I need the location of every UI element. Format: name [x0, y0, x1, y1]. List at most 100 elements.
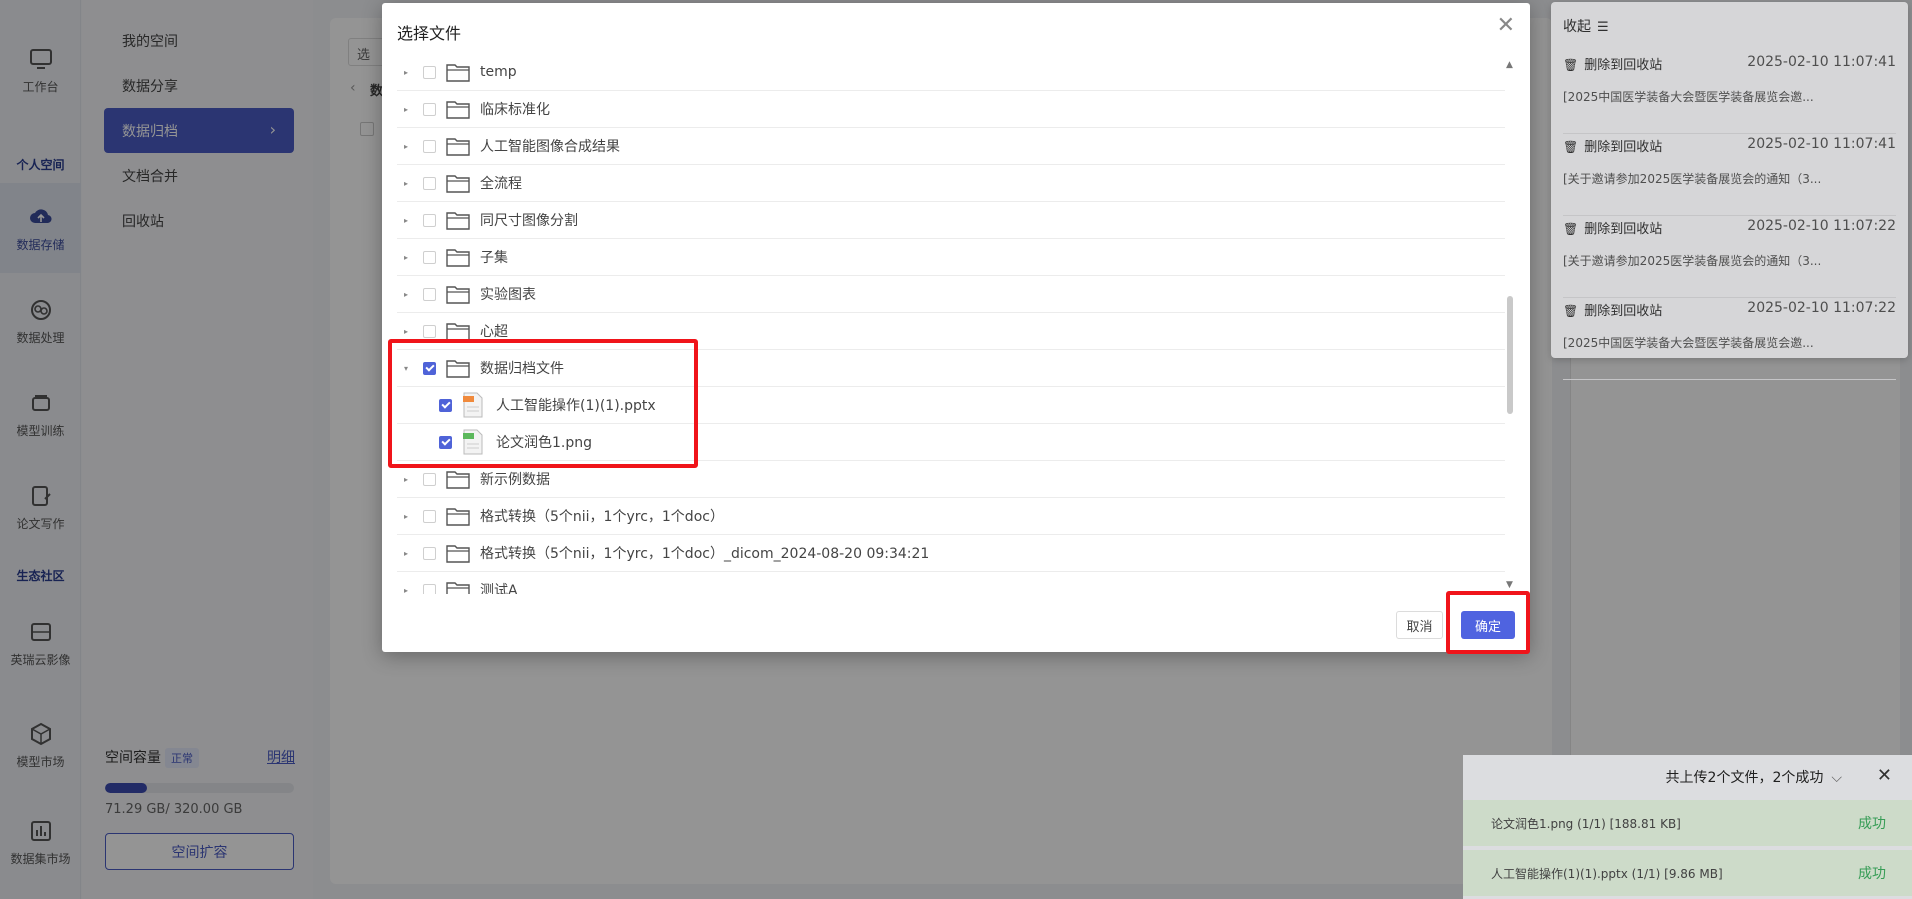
log-action: 🗑 删除到回收站: [1563, 140, 1663, 155]
folder-row[interactable]: ▸ 全流程: [397, 165, 1505, 202]
folder-icon: [446, 173, 470, 193]
folder-icon: [446, 543, 470, 563]
expand-caret-right-icon[interactable]: ▸: [404, 290, 414, 299]
folder-icon: [446, 62, 470, 82]
collapse-icon: ☰: [1597, 20, 1609, 35]
row-checkbox[interactable]: [423, 324, 436, 338]
log-action: 🗑 删除到回收站: [1563, 58, 1663, 73]
folder-row[interactable]: ▸ 子集: [397, 239, 1505, 276]
upload-item: 人工智能操作(1)(1).pptx (1/1) [9.86 MB] 成功: [1463, 850, 1912, 896]
row-checkbox[interactable]: [423, 65, 436, 79]
expand-caret-right-icon[interactable]: ▸: [404, 179, 414, 188]
expand-caret-right-icon[interactable]: ▸: [404, 68, 414, 77]
upload-file-name: 人工智能操作(1)(1).pptx (1/1) [9.86 MB]: [1491, 867, 1723, 881]
row-name: temp: [480, 64, 517, 80]
log-time: 2025-02-10 11:07:41: [1747, 54, 1896, 70]
row-name: 全流程: [480, 176, 522, 192]
folder-icon: [446, 284, 470, 304]
folder-row[interactable]: ▸ 测试A: [397, 572, 1505, 594]
row-checkbox[interactable]: [423, 139, 436, 153]
row-checkbox[interactable]: [423, 213, 436, 227]
folder-row[interactable]: ▸ temp: [397, 54, 1505, 91]
select-file-dialog: 选择文件 ✕ ▸ temp ▸ 临床标准化 ▸ 人工智能图像合成结果 ▸ 全流程 ▸ 同尺寸图像分…: [382, 3, 1530, 652]
log-entry: 🗑 删除到回收站 2025-02-10 11:07:22 [关于邀请参加2025医学装…: [1563, 218, 1896, 298]
log-desc: [关于邀请参加2025医学装备展览会的通知（3...: [1563, 172, 1822, 186]
folder-row[interactable]: ▸ 格式转换（5个nii，1个yrc，1个doc）: [397, 498, 1505, 535]
row-name: 同尺寸图像分割: [480, 213, 578, 229]
row-name: 新示例数据: [480, 472, 550, 488]
row-checkbox[interactable]: [423, 287, 436, 301]
row-name: 心超: [480, 324, 508, 340]
expand-caret-right-icon[interactable]: ▸: [404, 549, 414, 558]
log-desc: [关于邀请参加2025医学装备展览会的通知（3...: [1563, 254, 1822, 268]
folder-row[interactable]: ▸ 实验图表: [397, 276, 1505, 313]
row-name: 人工智能图像合成结果: [480, 139, 620, 155]
cancel-button[interactable]: 取消: [1396, 611, 1443, 639]
log-time: 2025-02-10 11:07:22: [1747, 300, 1896, 316]
folder-icon: [446, 321, 470, 341]
trash-icon: 🗑: [1563, 58, 1579, 72]
scroll-up-icon[interactable]: ▲: [1506, 60, 1513, 70]
log-entry: 🗑 删除到回收站 2025-02-10 11:07:41 [2025中国医学装备大会暨…: [1563, 54, 1896, 134]
row-name: 格式转换（5个nii，1个yrc，1个doc）: [480, 509, 724, 525]
activity-log-panel: 收起 ☰ 🗑 删除到回收站 2025-02-10 11:07:41 [2025中国医学装…: [1551, 2, 1908, 380]
close-icon[interactable]: ✕: [1497, 15, 1515, 37]
upload-item: 论文润色1.png (1/1) [188.81 KB] 成功: [1463, 800, 1912, 846]
folder-icon: [446, 99, 470, 119]
row-name: 格式转换（5个nii，1个yrc，1个doc）_dicom_2024-08-20…: [480, 546, 930, 562]
row-checkbox[interactable]: [423, 472, 436, 486]
folder-icon: [446, 247, 470, 267]
folder-icon: [446, 136, 470, 156]
upload-status-panel: 共上传2个文件，2个成功 ⌵ ✕ 论文润色1.png (1/1) [188.81 …: [1463, 755, 1912, 899]
highlight-confirm-button: [1446, 591, 1530, 654]
log-action: 🗑 删除到回收站: [1563, 304, 1663, 319]
chevron-down-icon: ⌵: [1831, 770, 1842, 786]
log-desc: [2025中国医学装备大会暨医学装备展览会邀...: [1563, 336, 1814, 350]
folder-row[interactable]: ▸ 临床标准化: [397, 91, 1505, 128]
row-checkbox[interactable]: [423, 102, 436, 116]
log-desc: [2025中国医学装备大会暨医学装备展览会邀...: [1563, 90, 1814, 104]
row-checkbox[interactable]: [423, 250, 436, 264]
trash-icon: 🗑: [1563, 222, 1579, 236]
expand-caret-right-icon[interactable]: ▸: [404, 475, 414, 484]
folder-icon: [446, 469, 470, 489]
file-tree: ▸ temp ▸ 临床标准化 ▸ 人工智能图像合成结果 ▸ 全流程 ▸ 同尺寸图像分割 ▸ 子集 ▸ 实验…: [397, 54, 1505, 594]
row-name: 测试A: [480, 583, 518, 594]
log-entry: 🗑 删除到回收站 2025-02-10 11:07:41 [关于邀请参加2025医学装…: [1563, 136, 1896, 216]
upload-status: 成功: [1858, 866, 1886, 882]
upload-status: 成功: [1858, 816, 1886, 832]
expand-caret-right-icon[interactable]: ▸: [404, 253, 414, 262]
scroll-thumb[interactable]: [1507, 296, 1513, 414]
log-time: 2025-02-10 11:07:22: [1747, 218, 1896, 234]
row-name: 实验图表: [480, 287, 536, 303]
scroll-down-icon[interactable]: ▼: [1506, 580, 1513, 590]
expand-caret-right-icon[interactable]: ▸: [404, 216, 414, 225]
close-icon[interactable]: ✕: [1877, 765, 1892, 786]
log-time: 2025-02-10 11:07:41: [1747, 136, 1896, 152]
upload-summary[interactable]: 共上传2个文件，2个成功 ⌵: [1666, 767, 1842, 787]
log-action: 🗑 删除到回收站: [1563, 222, 1663, 237]
dialog-title: 选择文件: [397, 24, 462, 43]
expand-caret-right-icon[interactable]: ▸: [404, 512, 414, 521]
collapse-toggle[interactable]: 收起 ☰: [1563, 16, 1609, 36]
expand-caret-right-icon[interactable]: ▸: [404, 327, 414, 336]
scrollbar[interactable]: ▲ ▼: [1506, 60, 1514, 590]
folder-icon: [446, 580, 470, 594]
expand-caret-right-icon[interactable]: ▸: [404, 142, 414, 151]
folder-row[interactable]: ▸ 格式转换（5个nii，1个yrc，1个doc）_dicom_2024-08-2…: [397, 535, 1505, 572]
row-checkbox[interactable]: [423, 546, 436, 560]
row-name: 临床标准化: [480, 102, 550, 118]
folder-row[interactable]: ▸ 人工智能图像合成结果: [397, 128, 1505, 165]
expand-caret-right-icon[interactable]: ▸: [404, 586, 414, 595]
row-checkbox[interactable]: [423, 176, 436, 190]
row-name: 子集: [480, 250, 508, 266]
highlight-selected-folder: [388, 339, 698, 468]
trash-icon: 🗑: [1563, 304, 1579, 318]
log-entry: 🗑 删除到回收站 2025-02-10 11:07:22 [2025中国医学装备大会暨…: [1563, 300, 1896, 380]
row-checkbox[interactable]: [423, 583, 436, 594]
folder-icon: [446, 506, 470, 526]
row-checkbox[interactable]: [423, 509, 436, 523]
folder-row[interactable]: ▸ 同尺寸图像分割: [397, 202, 1505, 239]
trash-icon: 🗑: [1563, 140, 1579, 154]
expand-caret-right-icon[interactable]: ▸: [404, 105, 414, 114]
